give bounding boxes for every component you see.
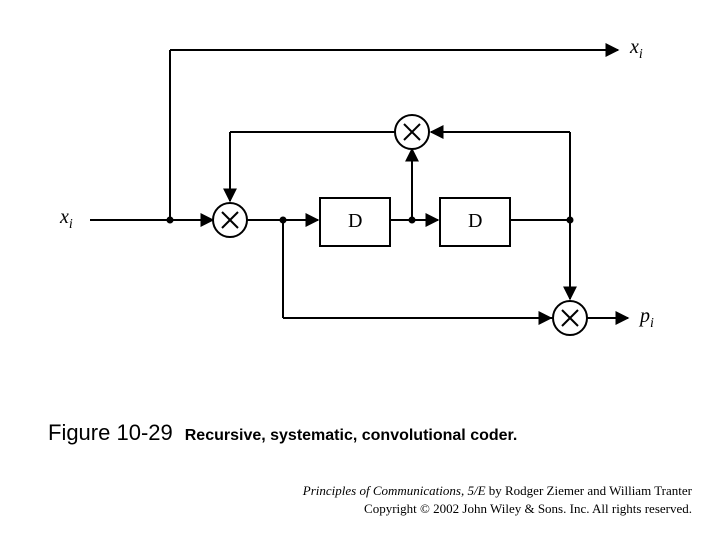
diagram-canvas: xi xi pi D D Figure 10-29 Recursive, sys… [0, 0, 720, 540]
delay-block-1-label: D [348, 210, 362, 233]
copyright-line: Copyright © 2002 John Wiley & Sons. Inc.… [303, 500, 692, 518]
input-label: xi [60, 206, 73, 233]
figure-title: Recursive, systematic, convolutional cod… [185, 427, 518, 444]
figure-number: Figure 10-29 [48, 420, 173, 445]
rsc-coder-schematic [0, 0, 720, 540]
book-title: Principles of Communications, 5/E [303, 483, 486, 498]
systematic-output-label: xi [630, 36, 643, 63]
delay-block-2-label: D [468, 210, 482, 233]
parity-output-label: pi [640, 305, 654, 332]
copyright-credit: Principles of Communications, 5/E by Rod… [303, 482, 692, 517]
figure-caption: Figure 10-29 Recursive, systematic, conv… [48, 420, 668, 446]
authors: by Rodger Ziemer and William Tranter [486, 483, 692, 498]
